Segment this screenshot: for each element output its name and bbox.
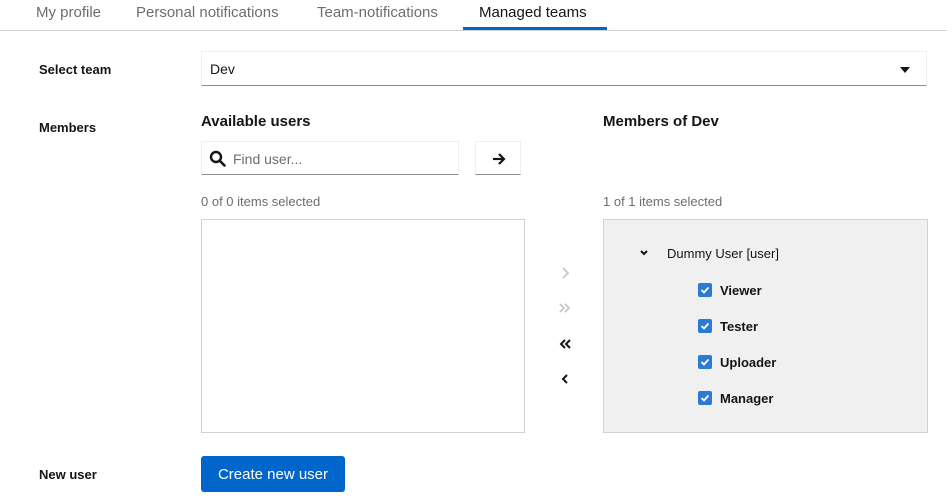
active-tab-indicator bbox=[463, 27, 607, 30]
role-checkbox-uploader[interactable] bbox=[698, 355, 712, 369]
role-checkbox-manager[interactable] bbox=[698, 391, 712, 405]
tab-managed-teams[interactable]: Managed teams bbox=[479, 4, 587, 21]
tab-team-notifications[interactable]: Team-notifications bbox=[317, 4, 438, 21]
role-label-uploader: Uploader bbox=[720, 355, 777, 370]
add-all-icon bbox=[559, 303, 571, 313]
new-user-label: New user bbox=[39, 467, 97, 482]
caret-down-icon bbox=[900, 67, 910, 73]
search-icon bbox=[209, 150, 226, 167]
member-user-item[interactable]: Dummy User [user] bbox=[667, 246, 779, 261]
role-label-viewer: Viewer bbox=[720, 283, 762, 298]
available-users-list[interactable] bbox=[201, 219, 525, 433]
chevron-down-icon[interactable] bbox=[638, 248, 650, 258]
tab-bar: My profile Personal notifications Team-n… bbox=[0, 0, 947, 31]
role-label-manager: Manager bbox=[720, 391, 774, 406]
create-new-user-button[interactable]: Create new user bbox=[201, 456, 345, 492]
add-selected-button[interactable] bbox=[556, 264, 574, 282]
role-label-tester: Tester bbox=[720, 319, 759, 334]
available-count: 0 of 0 items selected bbox=[201, 194, 321, 209]
role-checkbox-viewer[interactable] bbox=[698, 283, 712, 297]
members-count: 1 of 1 items selected bbox=[603, 194, 723, 209]
check-icon bbox=[700, 322, 710, 330]
add-selected-icon bbox=[562, 267, 570, 279]
select-team-label: Select team bbox=[39, 62, 112, 77]
tab-my-profile[interactable]: My profile bbox=[36, 4, 101, 21]
check-icon bbox=[700, 286, 710, 294]
remove-selected-button[interactable] bbox=[556, 370, 574, 388]
arrow-right-icon bbox=[493, 153, 506, 165]
find-user-input[interactable] bbox=[233, 148, 453, 170]
add-all-button[interactable] bbox=[556, 299, 574, 317]
team-select[interactable]: Dev bbox=[201, 51, 927, 86]
remove-selected-icon bbox=[561, 374, 568, 384]
role-checkbox-tester[interactable] bbox=[698, 319, 712, 333]
check-icon bbox=[700, 358, 710, 366]
available-users-title: Available users bbox=[201, 113, 311, 130]
check-icon bbox=[700, 394, 710, 402]
find-user-search bbox=[201, 141, 459, 175]
members-of-team-title: Members of Dev bbox=[603, 113, 719, 130]
team-select-value: Dev bbox=[210, 61, 235, 77]
search-submit-button[interactable] bbox=[475, 141, 521, 175]
remove-all-button[interactable] bbox=[556, 335, 574, 353]
remove-all-icon bbox=[559, 339, 571, 349]
members-label: Members bbox=[39, 120, 97, 135]
tab-personal-notifications[interactable]: Personal notifications bbox=[136, 4, 279, 21]
